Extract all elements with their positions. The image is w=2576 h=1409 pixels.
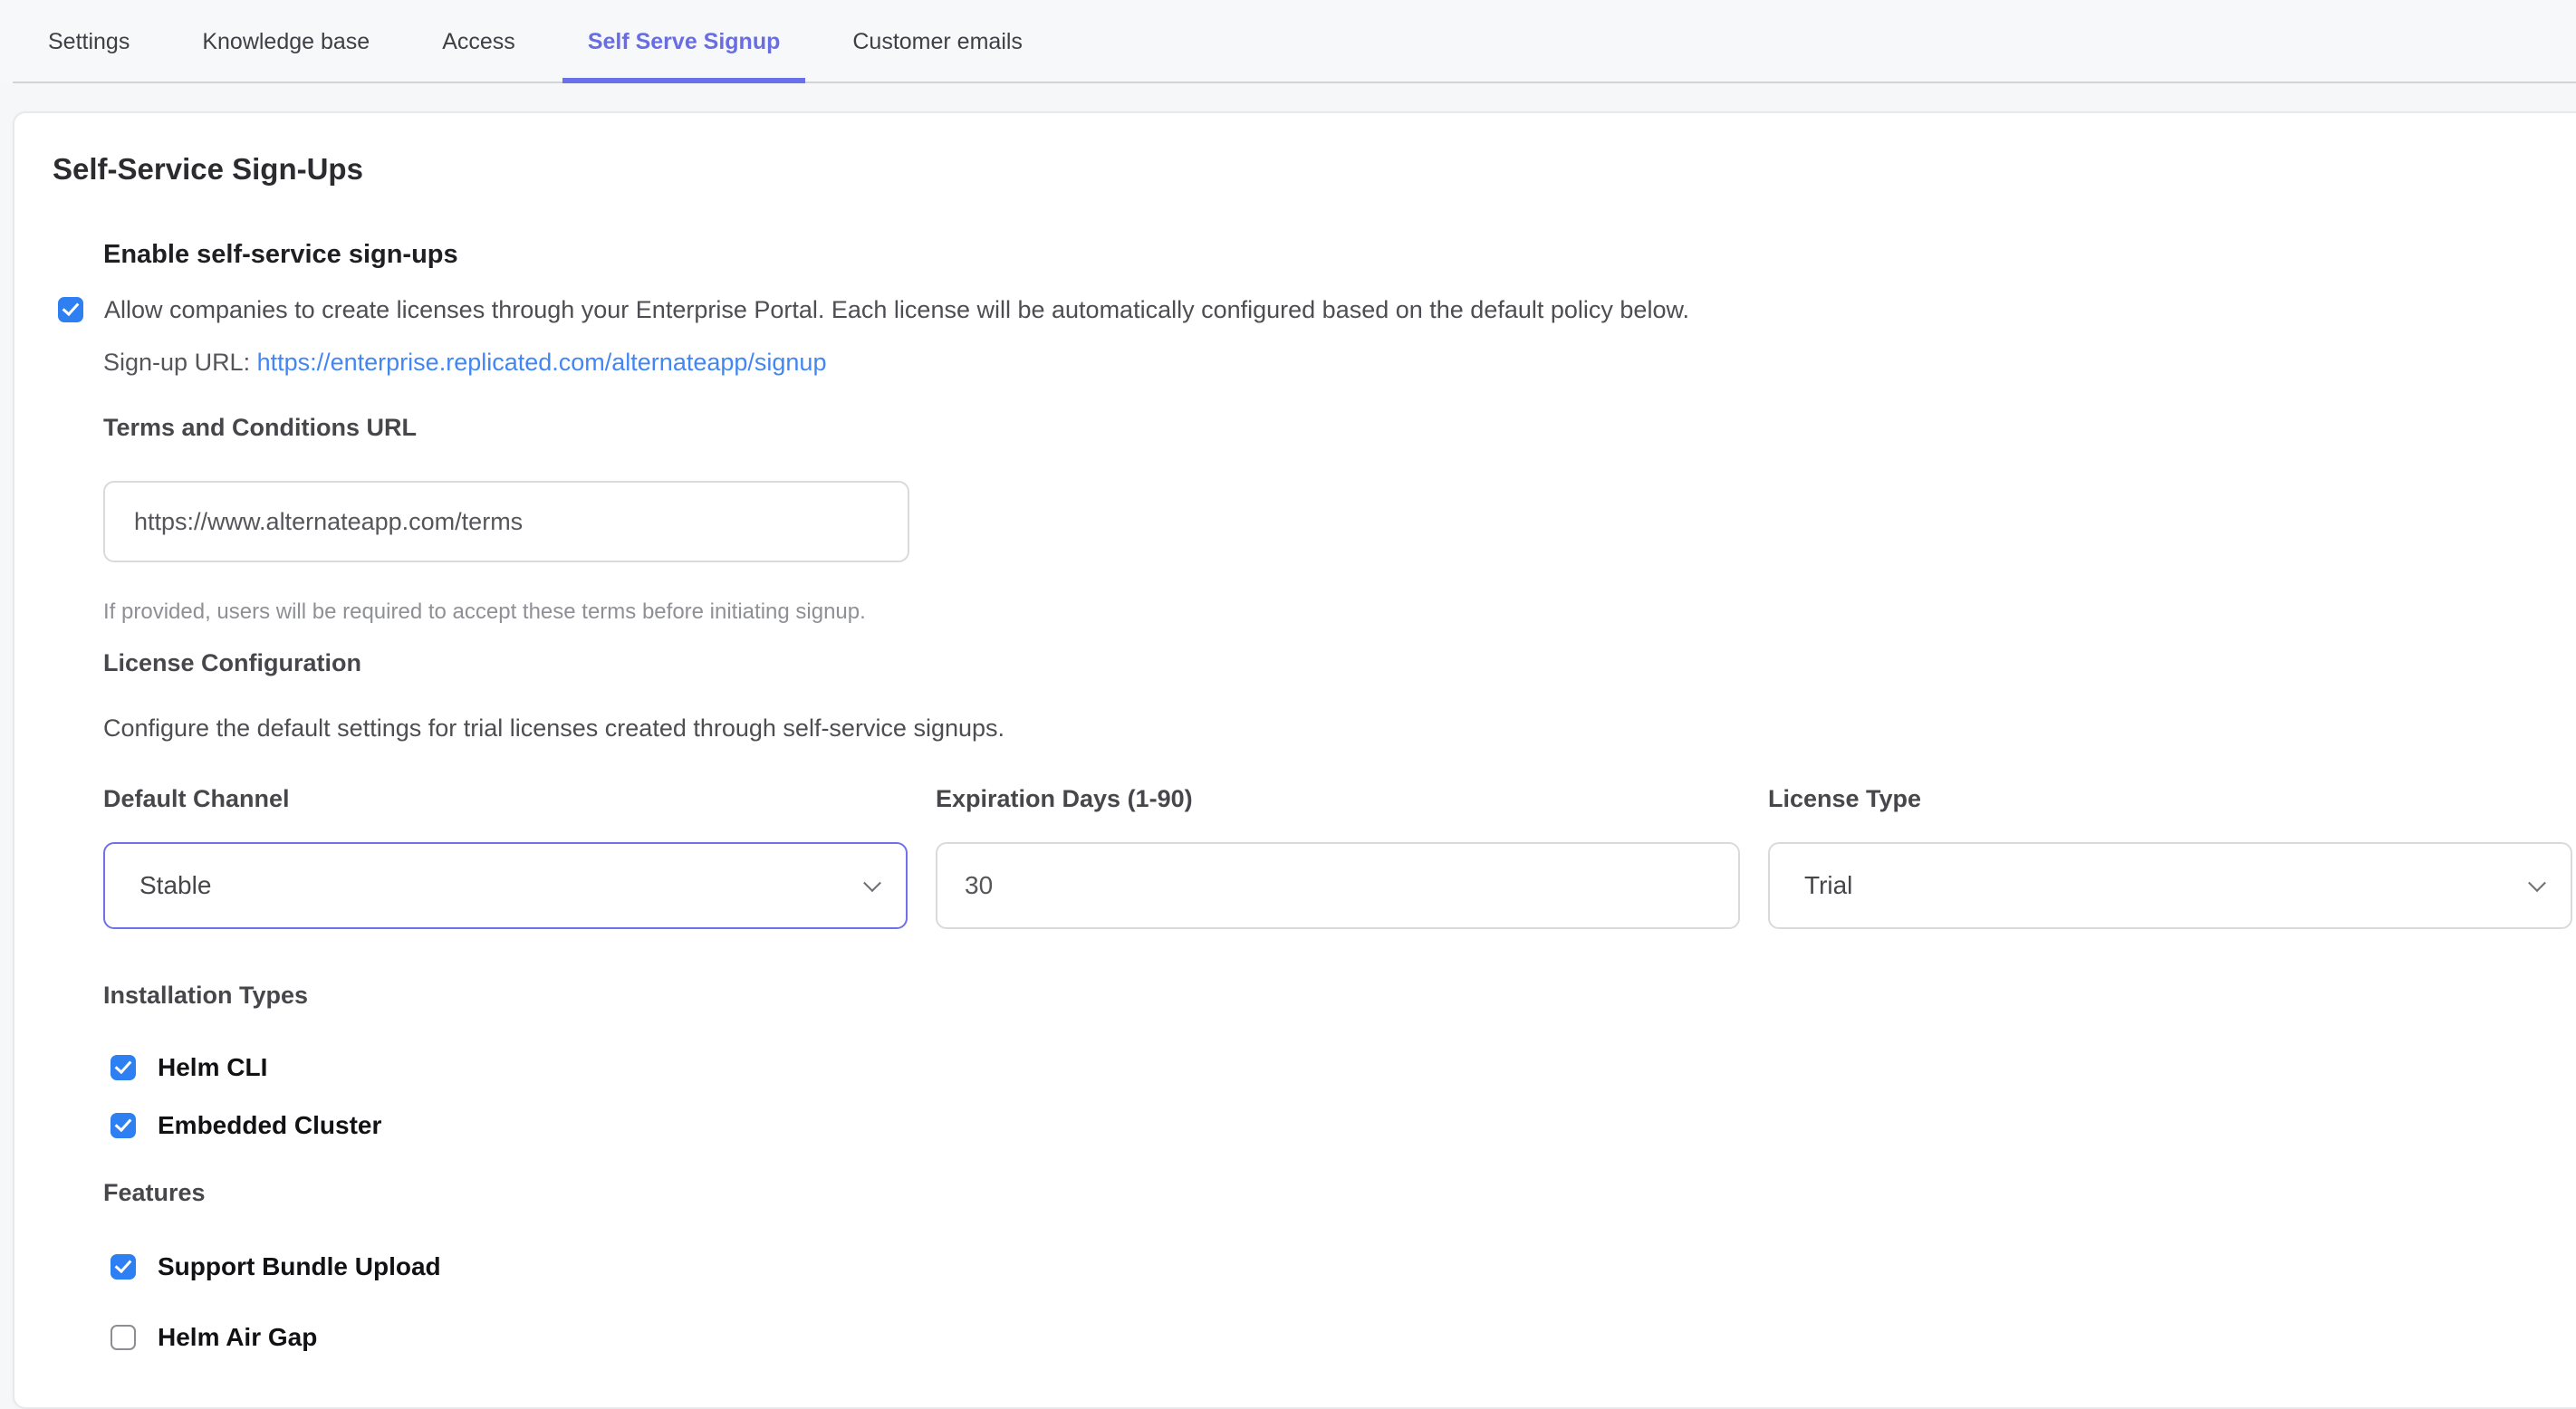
default-channel-value: Stable <box>139 871 211 900</box>
tab-access[interactable]: Access <box>406 0 552 83</box>
tab-knowledge-base[interactable]: Knowledge base <box>166 0 406 83</box>
feature-row: Support Bundle Upload <box>111 1251 2572 1282</box>
helm-air-gap-checkbox[interactable] <box>111 1325 136 1350</box>
signup-url-link[interactable]: https://enterprise.replicated.com/altern… <box>257 349 827 376</box>
enable-signups-heading: Enable self-service sign-ups <box>103 238 2572 271</box>
enable-signups-checkbox[interactable] <box>58 297 83 322</box>
chevron-down-icon <box>2528 874 2546 892</box>
installation-types-label: Installation Types <box>103 980 2572 1011</box>
signup-url-line: Sign-up URL: https://enterprise.replicat… <box>103 347 2572 378</box>
chevron-down-icon <box>863 874 881 892</box>
helm-air-gap-label: Helm Air Gap <box>158 1323 317 1352</box>
license-type-label: License Type <box>1768 783 2572 814</box>
default-channel-label: Default Channel <box>103 783 908 814</box>
support-bundle-upload-label: Support Bundle Upload <box>158 1252 441 1281</box>
helm-cli-checkbox[interactable] <box>111 1055 136 1080</box>
expiration-days-input[interactable] <box>936 842 1740 929</box>
enable-signups-description: Allow companies to create licenses throu… <box>104 294 1689 325</box>
features-label: Features <box>103 1177 2572 1208</box>
license-fields-grid: Default Channel Expiration Days (1-90) L… <box>103 783 2572 929</box>
tab-self-serve-signup[interactable]: Self Serve Signup <box>552 0 817 83</box>
feature-row: Helm Air Gap <box>111 1322 2572 1353</box>
support-bundle-upload-checkbox[interactable] <box>111 1254 136 1280</box>
tab-bar: Settings Knowledge base Access Self Serv… <box>0 0 2576 83</box>
expiration-days-label: Expiration Days (1-90) <box>936 783 1740 814</box>
installation-type-row: Embedded Cluster <box>111 1110 2572 1141</box>
terms-url-help: If provided, users will be required to a… <box>103 599 2572 626</box>
page-title: Self-Service Sign-Ups <box>53 151 2572 187</box>
license-type-value: Trial <box>1804 871 1852 900</box>
license-type-select[interactable]: Trial <box>1768 842 2572 929</box>
helm-cli-label: Helm CLI <box>158 1053 267 1082</box>
default-channel-select[interactable]: Stable <box>103 842 908 929</box>
embedded-cluster-label: Embedded Cluster <box>158 1111 381 1140</box>
embedded-cluster-checkbox[interactable] <box>111 1113 136 1138</box>
signup-url-label: Sign-up URL: <box>103 349 257 376</box>
terms-url-label: Terms and Conditions URL <box>103 412 2572 443</box>
self-service-signups-card: Self-Service Sign-Ups Enable self-servic… <box>13 111 2576 1409</box>
license-configuration-description: Configure the default settings for trial… <box>103 713 2572 743</box>
installation-type-row: Helm CLI <box>111 1052 2572 1083</box>
terms-url-input[interactable] <box>103 481 909 562</box>
enable-signups-row: Allow companies to create licenses throu… <box>58 294 2572 325</box>
license-configuration-heading: License Configuration <box>103 647 2572 678</box>
tab-customer-emails[interactable]: Customer emails <box>816 0 1059 83</box>
tab-settings[interactable]: Settings <box>12 0 166 83</box>
